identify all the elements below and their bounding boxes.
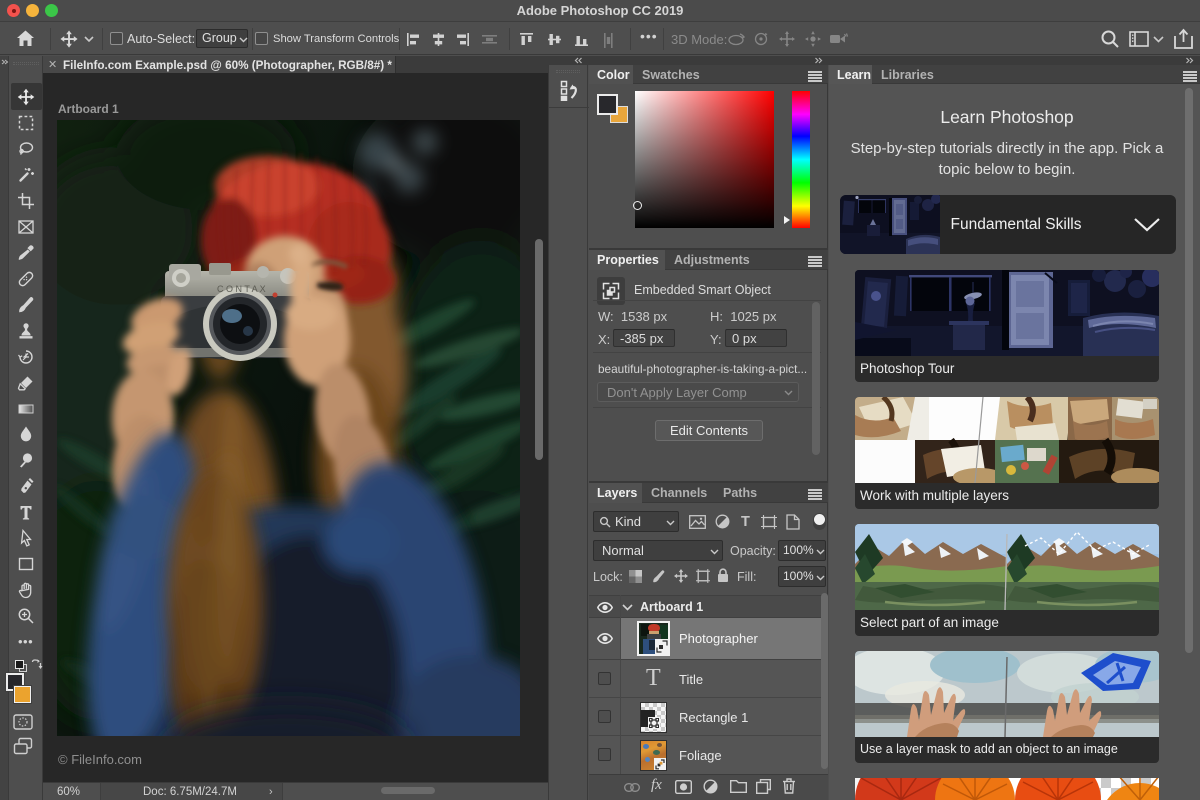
svg-text:C O N T A X: C O N T A X (217, 284, 266, 294)
